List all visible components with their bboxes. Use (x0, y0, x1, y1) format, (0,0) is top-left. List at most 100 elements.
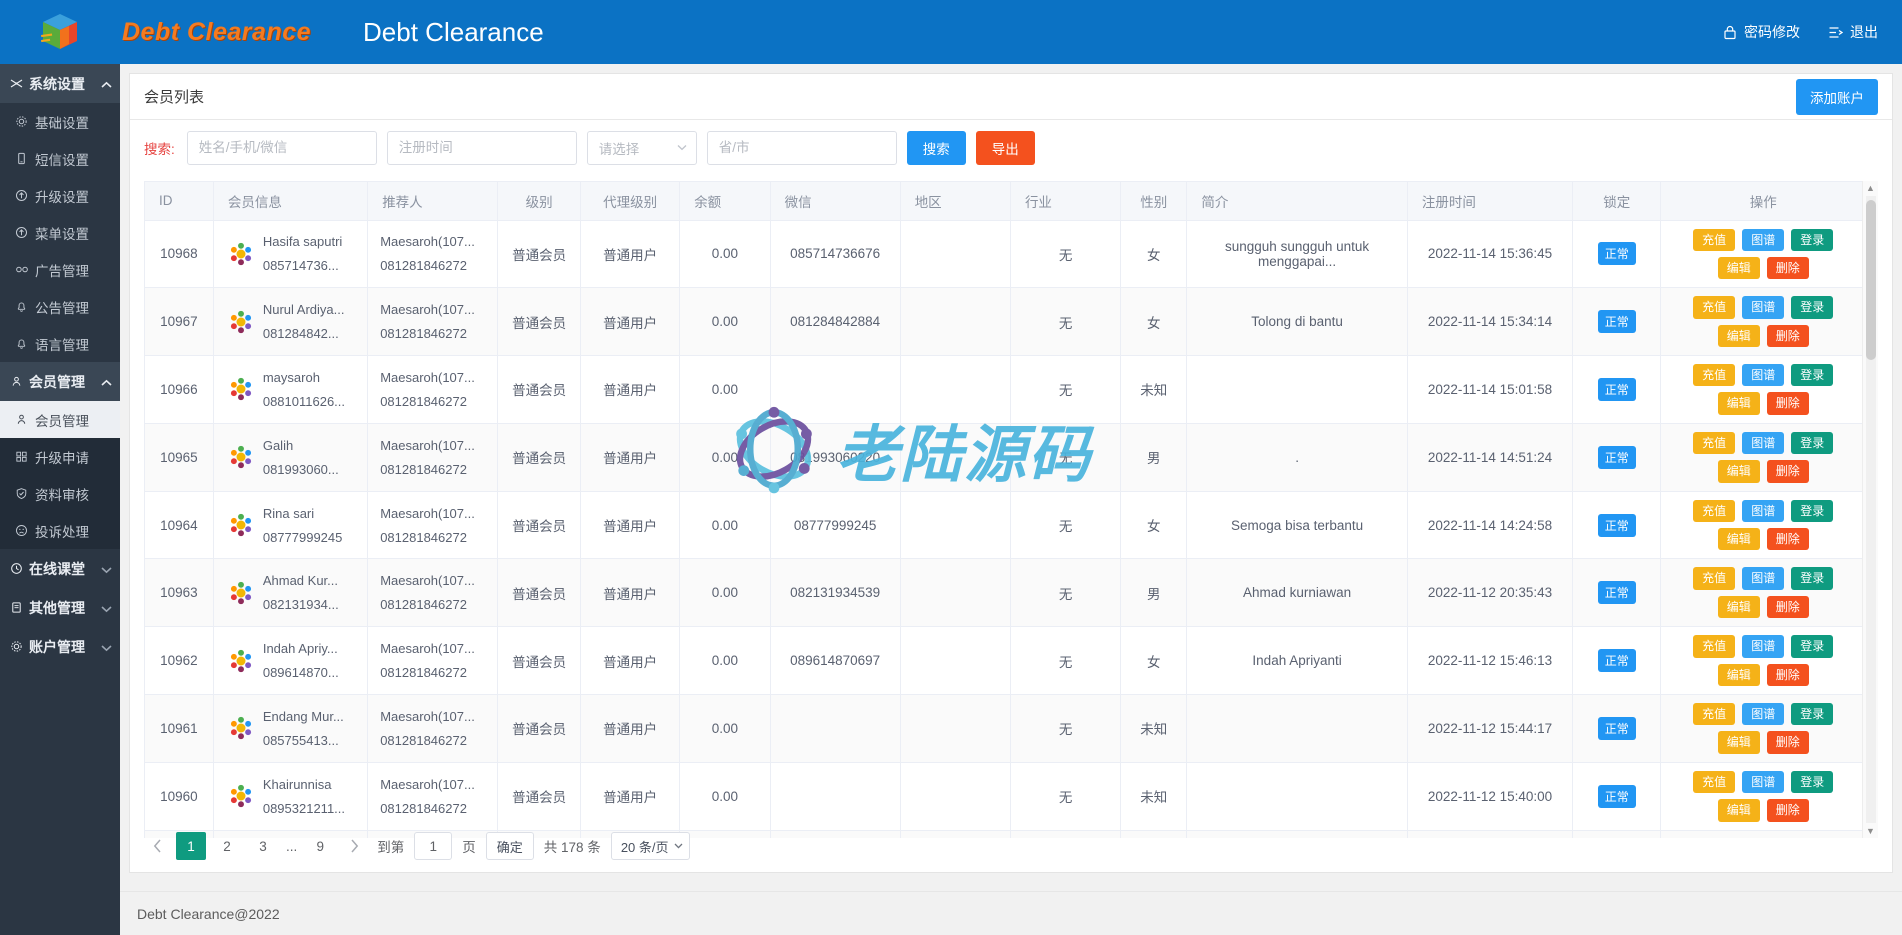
login-button[interactable]: 登录 (1791, 635, 1833, 657)
login-button[interactable]: 登录 (1791, 703, 1833, 725)
edit-button[interactable]: 编辑 (1718, 664, 1760, 686)
registration-date-input[interactable] (387, 131, 577, 165)
delete-button[interactable]: 删除 (1767, 799, 1809, 821)
sidebar-item-sms-settings[interactable]: 短信设置 (0, 140, 120, 177)
status-badge[interactable]: 正常 (1598, 785, 1636, 808)
delete-button[interactable]: 删除 (1767, 392, 1809, 414)
sidebar-item-upgrade-application[interactable]: 升级申请 (0, 438, 120, 475)
sidebar-group-label: 其他管理 (29, 598, 85, 618)
graph-button[interactable]: 图谱 (1742, 635, 1784, 657)
sidebar-item-upgrade-settings[interactable]: 升级设置 (0, 177, 120, 214)
scroll-down-arrow-icon[interactable]: ▼ (1866, 824, 1875, 838)
sidebar-item-menu-settings[interactable]: 菜单设置 (0, 214, 120, 251)
delete-button[interactable]: 删除 (1767, 257, 1809, 279)
login-button[interactable]: 登录 (1791, 567, 1833, 589)
sidebar-group-system-settings[interactable]: 系统设置 (0, 64, 120, 103)
search-input[interactable] (187, 131, 377, 165)
sidebar-item-profile-review[interactable]: 资料审核 (0, 475, 120, 512)
sidebar-group-member-management[interactable]: 会员管理 (0, 362, 120, 401)
page-size-select[interactable]: 20 条/页 (611, 832, 690, 860)
sidebar-item-basic-settings[interactable]: 基础设置 (0, 103, 120, 140)
member-info-lines: Indah Apriy...089614870... (263, 641, 339, 680)
page-button-2[interactable]: 2 (212, 832, 242, 860)
page-button-1[interactable]: 1 (176, 832, 206, 860)
province-city-input[interactable] (707, 131, 897, 165)
edit-button[interactable]: 编辑 (1718, 392, 1760, 414)
next-page-button[interactable] (341, 832, 367, 860)
goto-page-input[interactable] (414, 832, 452, 860)
prev-page-button[interactable] (144, 832, 170, 860)
graph-button[interactable]: 图谱 (1742, 432, 1784, 454)
delete-button[interactable]: 删除 (1767, 528, 1809, 550)
goto-confirm-button[interactable]: 确定 (486, 832, 534, 860)
category-select[interactable]: 请选择 (587, 131, 697, 165)
login-button[interactable]: 登录 (1791, 432, 1833, 454)
brand-logo[interactable] (0, 0, 120, 64)
edit-button[interactable]: 编辑 (1718, 799, 1760, 821)
recharge-button[interactable]: 充值 (1693, 567, 1735, 589)
change-password-button[interactable]: 密码修改 (1723, 22, 1800, 42)
delete-button[interactable]: 删除 (1767, 460, 1809, 482)
scroll-up-arrow-icon[interactable]: ▲ (1866, 181, 1875, 195)
sidebar-item-ad-management[interactable]: 广告管理 (0, 251, 120, 288)
graph-button[interactable]: 图谱 (1742, 703, 1784, 725)
delete-button[interactable]: 删除 (1767, 325, 1809, 347)
member-info-lines: Khairunnisa0895321211... (263, 777, 345, 816)
login-button[interactable]: 登录 (1791, 229, 1833, 251)
recharge-button[interactable]: 充值 (1693, 635, 1735, 657)
edit-button[interactable]: 编辑 (1718, 596, 1760, 618)
graph-button[interactable]: 图谱 (1742, 229, 1784, 251)
logout-button[interactable]: 退出 (1828, 22, 1878, 42)
edit-button[interactable]: 编辑 (1718, 257, 1760, 279)
sidebar-item-member-management[interactable]: 会员管理 (0, 401, 120, 438)
status-badge[interactable]: 正常 (1598, 378, 1636, 401)
status-badge[interactable]: 正常 (1598, 717, 1636, 740)
login-button[interactable]: 登录 (1791, 500, 1833, 522)
recharge-button[interactable]: 充值 (1693, 771, 1735, 793)
member-name: Nurul Ardiya... (263, 302, 345, 317)
status-badge[interactable]: 正常 (1598, 581, 1636, 604)
cell-industry: 无 (1010, 423, 1120, 491)
delete-button[interactable]: 删除 (1767, 664, 1809, 686)
edit-button[interactable]: 编辑 (1718, 325, 1760, 347)
sidebar-item-complaint-handling[interactable]: 投诉处理 (0, 512, 120, 549)
status-badge[interactable]: 正常 (1598, 446, 1636, 469)
status-badge[interactable]: 正常 (1598, 310, 1636, 333)
login-button[interactable]: 登录 (1791, 364, 1833, 386)
recharge-button[interactable]: 充值 (1693, 229, 1735, 251)
row-actions: 充值图谱登录编辑删除 (1665, 294, 1861, 349)
graph-button[interactable]: 图谱 (1742, 500, 1784, 522)
page-button-3[interactable]: 3 (248, 832, 278, 860)
edit-button[interactable]: 编辑 (1718, 731, 1760, 753)
login-button[interactable]: 登录 (1791, 771, 1833, 793)
search-button[interactable]: 搜索 (907, 131, 966, 165)
add-account-button[interactable]: 添加账户 (1796, 79, 1878, 115)
delete-button[interactable]: 删除 (1767, 731, 1809, 753)
recharge-button[interactable]: 充值 (1693, 703, 1735, 725)
recharge-button[interactable]: 充值 (1693, 296, 1735, 318)
sidebar-group-online-classroom[interactable]: 在线课堂 (0, 549, 120, 588)
sidebar-group-account-management[interactable]: 账户管理 (0, 627, 120, 666)
scrollbar-track[interactable] (1866, 196, 1876, 823)
status-badge[interactable]: 正常 (1598, 649, 1636, 672)
sidebar-item-announcement-management[interactable]: 公告管理 (0, 288, 120, 325)
edit-button[interactable]: 编辑 (1718, 528, 1760, 550)
delete-button[interactable]: 删除 (1767, 596, 1809, 618)
graph-button[interactable]: 图谱 (1742, 364, 1784, 386)
login-button[interactable]: 登录 (1791, 296, 1833, 318)
sidebar-item-language-management[interactable]: 语言管理 (0, 325, 120, 362)
graph-button[interactable]: 图谱 (1742, 567, 1784, 589)
recharge-button[interactable]: 充值 (1693, 432, 1735, 454)
scrollbar-thumb[interactable] (1866, 200, 1876, 360)
sidebar-group-other-management[interactable]: 其他管理 (0, 588, 120, 627)
table-vertical-scrollbar[interactable]: ▲ ▼ (1862, 181, 1878, 838)
edit-button[interactable]: 编辑 (1718, 460, 1760, 482)
status-badge[interactable]: 正常 (1598, 514, 1636, 537)
graph-button[interactable]: 图谱 (1742, 771, 1784, 793)
recharge-button[interactable]: 充值 (1693, 364, 1735, 386)
export-button[interactable]: 导出 (976, 131, 1035, 165)
recharge-button[interactable]: 充值 (1693, 500, 1735, 522)
graph-button[interactable]: 图谱 (1742, 296, 1784, 318)
status-badge[interactable]: 正常 (1598, 242, 1636, 265)
page-button-last[interactable]: 9 (305, 832, 335, 860)
